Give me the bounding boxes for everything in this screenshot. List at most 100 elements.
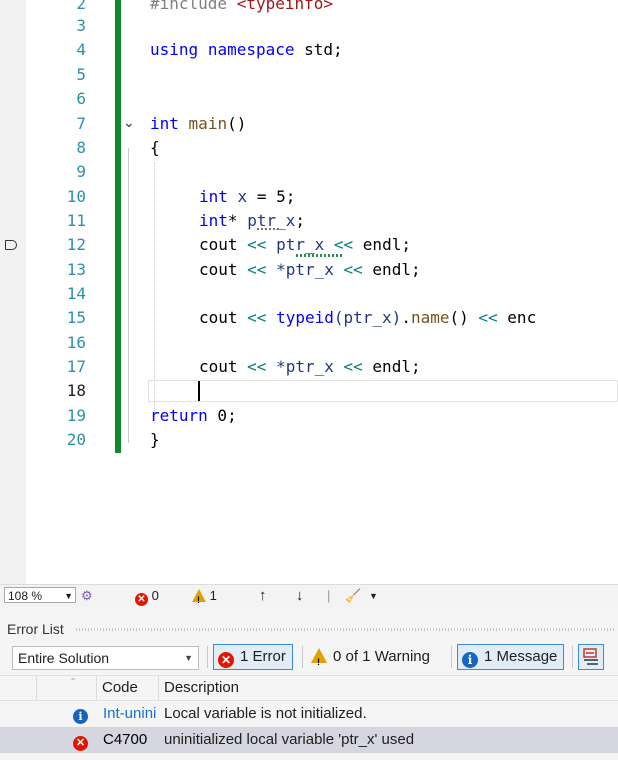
warning-icon	[192, 589, 206, 609]
separator: |	[327, 588, 331, 603]
line-number: 13	[66, 260, 86, 279]
errors-filter-label: 1 Error	[240, 648, 286, 665]
code-line[interactable]: int main()	[150, 114, 246, 134]
row-code-link[interactable]: Int-unini	[103, 701, 161, 727]
code-editor[interactable]: 2 3 4 5 6 7 8 9 10 11 12 13 14 15 16 17 …	[0, 0, 618, 584]
operator: <<	[333, 235, 354, 254]
line-number: 6	[76, 89, 86, 108]
chevron-down-icon: ▼	[184, 653, 193, 663]
line-number: 7	[76, 114, 86, 133]
keyword: return	[150, 406, 208, 425]
code-line[interactable]: cout << typeid(ptr_x).name() << enc	[199, 308, 536, 328]
chevron-down-icon: ▼	[64, 591, 73, 601]
scope-value: Entire Solution	[18, 650, 110, 666]
warnings-filter-button[interactable]: 0 of 1 Warning	[306, 644, 437, 674]
line-number: 14	[66, 284, 86, 303]
operator: <<	[247, 308, 267, 327]
identifier: x	[227, 187, 257, 206]
code-line[interactable]: cout << *ptr_x << endl;	[199, 357, 421, 377]
error-count-label: 0	[151, 588, 159, 603]
keyword: using	[150, 40, 199, 59]
warning-count-label: 1	[209, 588, 217, 603]
error-list-panel: Error List Entire Solution ▼ ✕ 1 Error 0 o…	[0, 607, 618, 760]
zoom-dropdown[interactable]: 108 % ▼	[4, 587, 76, 603]
punctuation: ()	[449, 308, 469, 327]
fold-guide	[128, 148, 129, 443]
code-line[interactable]: int* ptr_x;	[199, 211, 305, 231]
code-line[interactable]: cout << ptr_x << endl;	[199, 235, 411, 255]
line-number: 16	[66, 333, 86, 352]
table-header: ⁼ Code Description	[0, 675, 618, 701]
severity-column-header[interactable]	[36, 676, 92, 700]
line-number: 8	[76, 138, 86, 157]
build-intellisense-filter-button[interactable]	[578, 644, 604, 670]
row-description: Local variable is not initialized.	[164, 705, 367, 722]
code-line[interactable]: using namespace std;	[150, 40, 343, 60]
line-number: 4	[76, 40, 86, 59]
operator: <<	[343, 357, 363, 376]
filter-list-icon	[583, 648, 598, 665]
previous-issue-button[interactable]: ↑	[259, 587, 267, 605]
broom-icon[interactable]: 🧹	[345, 587, 361, 605]
collapse-chevron-icon[interactable]: ⌄	[123, 114, 135, 131]
punctuation: {	[150, 138, 160, 157]
warning-count[interactable]: 1	[192, 587, 217, 609]
title-grip[interactable]	[76, 628, 616, 631]
punctuation: ()	[227, 114, 247, 133]
identifier: cout	[199, 357, 238, 376]
description-column-header[interactable]: Description	[158, 676, 464, 700]
identifier: endl	[372, 357, 411, 376]
operator: <<	[247, 260, 267, 279]
identifier: cout	[199, 308, 238, 327]
line-number: 2	[76, 0, 86, 13]
line-number: 20	[66, 430, 86, 449]
identifier: ptr_x	[276, 235, 325, 254]
identifier: cout	[199, 235, 238, 254]
error-icon: ✕	[135, 593, 148, 606]
operator: <<	[343, 260, 363, 279]
error-count[interactable]: ✕ 0	[135, 587, 159, 606]
glyph-margin[interactable]	[0, 0, 26, 584]
line-number: 9	[76, 162, 86, 181]
identifier: std;	[294, 40, 343, 59]
line-number: 12	[66, 235, 86, 254]
punctuation: ;	[401, 235, 411, 254]
function-name: name	[410, 308, 450, 327]
warning-squiggle[interactable]	[296, 254, 344, 257]
intellicode-icon[interactable]: ⚙	[81, 587, 93, 605]
messages-filter-button[interactable]: i 1 Message	[457, 644, 565, 670]
warnings-filter-label: 0 of 1 Warning	[333, 648, 430, 665]
operator: <<	[247, 235, 267, 254]
code-line[interactable]: int x = 5;	[199, 187, 295, 207]
literal: 5;	[266, 187, 296, 206]
line-number: 3	[76, 16, 86, 35]
table-row-selected[interactable]: ✕ C4700 uninitialized local variable 'pt…	[0, 727, 618, 753]
operator: <<	[478, 308, 498, 327]
row-description: uninitialized local variable 'ptr_x' use…	[164, 731, 415, 748]
include-path: <typeinfo>	[236, 0, 334, 13]
next-issue-button[interactable]: ↓	[296, 587, 304, 605]
editor-status-bar: 108 % ▼ ⚙ ✕ 0 1 ↑ ↓ | 🧹 ▼	[0, 584, 618, 609]
code-line[interactable]: #include <typeinfo>	[150, 0, 333, 14]
messages-filter-label: 1 Message	[484, 648, 558, 665]
code-column-header[interactable]: Code	[96, 676, 157, 700]
chevron-down-icon[interactable]: ▼	[369, 587, 378, 605]
zoom-value: 108 %	[8, 589, 43, 603]
separator	[451, 646, 452, 668]
code-line[interactable]: {	[150, 138, 160, 158]
code-line[interactable]: return 0;	[150, 406, 237, 426]
punctuation: ;	[410, 357, 421, 376]
suggestion-dots	[257, 228, 281, 230]
line-number: 10	[66, 187, 86, 206]
table-row[interactable]: i Int-unini Local variable is not initia…	[0, 701, 618, 727]
identifier: cout	[199, 260, 238, 279]
keyword: int	[199, 187, 228, 206]
text-caret	[198, 381, 200, 401]
code-line[interactable]: }	[150, 430, 160, 450]
scope-dropdown[interactable]: Entire Solution ▼	[12, 646, 199, 670]
line-number: 19	[66, 406, 86, 425]
keyword: int	[199, 211, 228, 230]
code-line[interactable]: cout << *ptr_x << endl;	[199, 260, 421, 280]
operator: *	[227, 211, 238, 230]
errors-filter-button[interactable]: ✕ 1 Error	[213, 644, 293, 670]
